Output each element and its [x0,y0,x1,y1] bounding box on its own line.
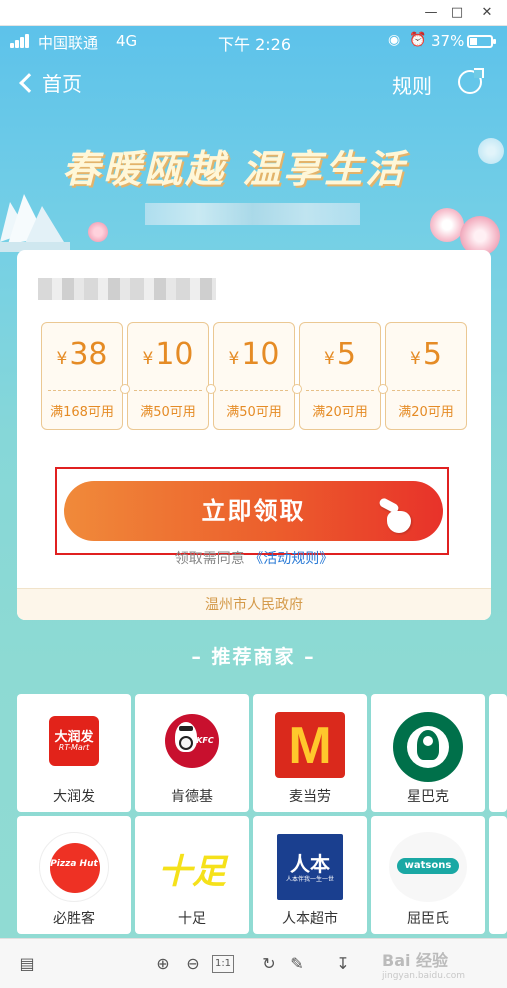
flower-decoration [478,138,504,164]
coupon-condition: 满20可用 [312,405,368,420]
coupon-item: ¥5 满20可用 [385,322,467,430]
coupon-amount: ¥5 [324,337,356,372]
carrier-label: 中国联通 [38,34,99,52]
merchant-card[interactable]: M 麦当劳 [253,694,367,812]
coupon-divider [220,390,288,391]
minimize-icon[interactable]: — [420,3,442,23]
pointing-hand-icon [378,496,415,537]
mcdonalds-logo: M [275,712,345,778]
back-label: 首页 [42,72,82,96]
viewer-toolbar: ▤ ⊕ ⊖ 1:1 ↻ ✎ ↧ Bai 经验 jingyan.baidu.com [0,938,507,988]
starbucks-logo [393,712,463,782]
merchant-card[interactable]: 星巴克 [371,694,485,812]
zoom-out-icon[interactable]: ⊖ [182,953,204,975]
merchant-name: 肯德基 [171,789,213,805]
coupon-amount: ¥38 [56,337,108,372]
rt-mart-logo: 大润发 RT-Mart [49,716,99,766]
coupon-amount: ¥10 [142,337,194,372]
nav-bar: 首页 规则 [0,56,507,108]
coupon-item: ¥5 满20可用 [299,322,381,430]
merchant-name: 大润发 [53,789,95,805]
edit-icon[interactable]: ✎ [286,953,308,975]
download-icon[interactable]: ↧ [332,953,354,975]
kfc-logo: KFC [165,714,219,768]
merchant-card[interactable]: 人本 人本伴我一生一世 人本超市 [253,816,367,934]
zoom-in-icon[interactable]: ⊕ [152,953,174,975]
coupon-divider [48,390,116,391]
coupon-amount: ¥5 [410,337,442,372]
rules-link[interactable]: 规则 [392,70,432,99]
coupon-condition: 满168可用 [50,405,114,420]
merchant-name: 十足 [178,911,206,927]
coupon-condition: 满50可用 [140,405,196,420]
flower-decoration [430,208,464,242]
merchant-card[interactable]: Pizza Hut 必胜客 [17,816,131,934]
coupon-item: ¥10 满50可用 [127,322,209,430]
battery-level [470,38,477,45]
merchant-name: 屈臣氏 [407,911,449,927]
battery-percent: 37% [431,32,465,50]
banner-title: 春暖瓯越 温享生活 [62,147,407,191]
phone-screen: 中国联通 4G 下午 2:26 ◉ ⏰ 37% 首页 规则 春暖瓯越 温享生活 [0,26,507,938]
notice-text: 领取需同意 [174,551,245,567]
merchant-card[interactable]: watsons 屈臣氏 [371,816,485,934]
coupon-notch [120,384,130,394]
coupon-notch [292,384,302,394]
coupon-divider [134,390,202,391]
coupon-item: ¥10 满50可用 [213,322,295,430]
coupon-divider [306,390,374,391]
pizza-hut-logo: Pizza Hut [39,832,109,902]
shizu-logo: 十足 [158,852,226,892]
merchant-card[interactable]: 十足 十足 [135,816,249,934]
back-button[interactable]: 首页 [18,68,82,97]
baidu-watermark: Bai 经验 jingyan.baidu.com [382,951,466,981]
watsons-logo: watsons [389,832,467,902]
close-icon[interactable]: ✕ [476,3,498,23]
coupon-card: ¥38 满168可用 ¥10 满50可用 ¥10 满50可用 ¥5 满20可用 … [17,250,491,620]
rotate-icon[interactable]: ↻ [258,953,280,975]
chevron-left-icon [19,72,39,93]
status-time: 下午 2:26 [218,35,292,54]
coupon-notch [378,384,388,394]
coupon-item: ¥38 满168可用 [41,322,123,430]
agreement-notice: 领取需同意 《活动规则》 [17,548,491,568]
coupon-amount: ¥10 [228,337,280,372]
section-title: – 推荐商家 – [191,646,316,668]
blurred-heading [38,278,216,300]
alarm-icon: ⏰ [409,32,427,48]
battery-icon [467,35,496,48]
merchant-card-partial[interactable] [489,816,507,934]
share-icon[interactable] [458,68,484,94]
lock-rotation-icon: ◉ [388,32,401,48]
merchant-name: 人本超市 [282,911,338,927]
activity-rules-link[interactable]: 《活动规则》 [249,551,333,567]
merchant-name: 星巴克 [407,789,449,805]
banner-subtitle-blurred [145,203,360,225]
flower-decoration [88,222,108,242]
renben-logo: 人本 人本伴我一生一世 [277,834,343,900]
status-bar: 中国联通 4G 下午 2:26 ◉ ⏰ 37% [0,26,507,56]
merchant-name: 麦当劳 [289,789,331,805]
maximize-icon[interactable]: □ [446,3,468,23]
thumbnail-icon[interactable]: ▤ [16,953,38,975]
banner: 春暖瓯越 温享生活 [0,108,507,258]
merchant-card-partial[interactable] [489,694,507,812]
issuer-label: 温州市人民政府 [17,588,491,620]
actual-size-icon[interactable]: 1:1 [212,955,234,973]
opera-house-illustration [0,194,70,252]
window-title-bar: — □ ✕ [0,0,507,26]
coupon-divider [392,390,460,391]
coupon-list: ¥38 满168可用 ¥10 满50可用 ¥10 满50可用 ¥5 满20可用 … [41,322,467,430]
merchant-card[interactable]: KFC 肯德基 [135,694,249,812]
coupon-notch [206,384,216,394]
signal-icon [10,34,32,48]
merchant-name: 必胜客 [53,911,95,927]
network-type: 4G [116,32,138,50]
coupon-condition: 满20可用 [398,405,454,420]
coupon-condition: 满50可用 [226,405,282,420]
merchant-card[interactable]: 大润发 RT-Mart 大润发 [17,694,131,812]
